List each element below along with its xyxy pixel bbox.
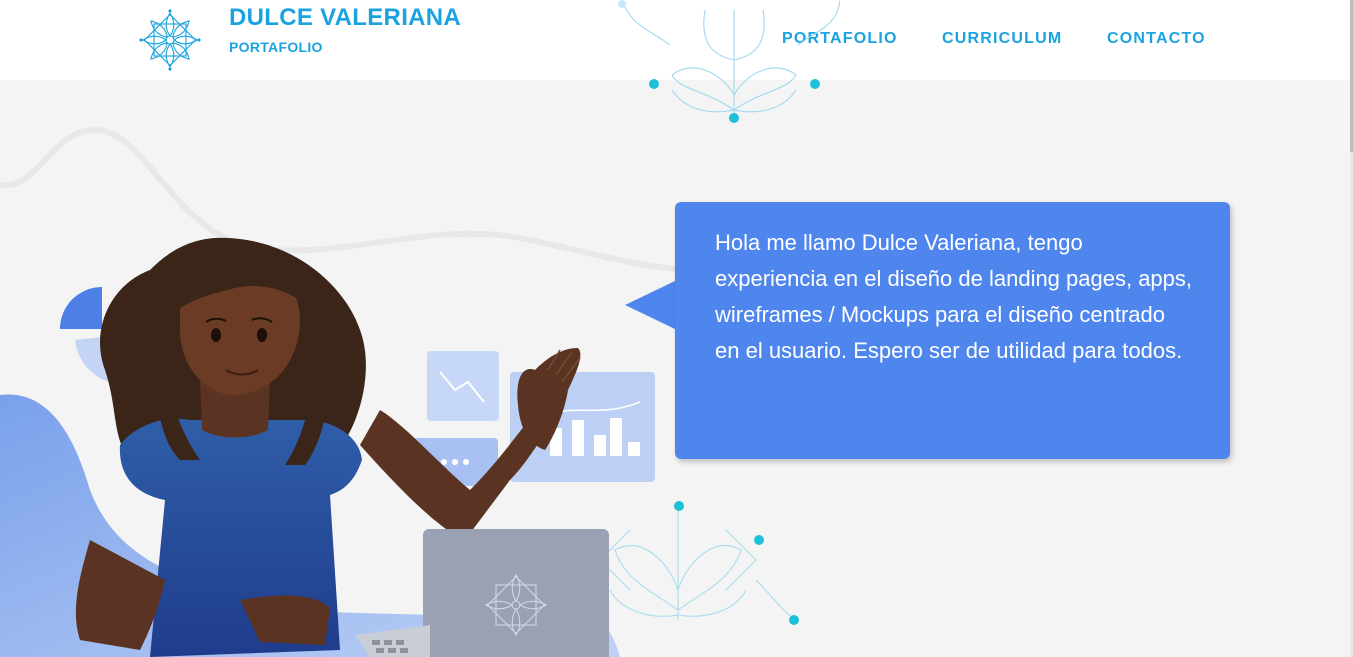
speech-bubble-tail	[625, 280, 677, 330]
mandala-logo-icon[interactable]	[139, 9, 201, 71]
nav-curriculum-link[interactable]: CURRICULUM	[942, 30, 1062, 48]
flower-decoration-top	[618, 0, 840, 123]
intro-speech-bubble: Hola me llamo Dulce Valeriana, tengo exp…	[675, 202, 1230, 459]
nav-contacto-link[interactable]: CONTACTO	[1107, 30, 1206, 48]
brand-title[interactable]: DULCE VALERIANA	[229, 4, 461, 32]
intro-text: Hola me llamo Dulce Valeriana, tengo exp…	[715, 230, 1193, 363]
brand-subtitle: PORTAFOLIO	[229, 39, 323, 55]
